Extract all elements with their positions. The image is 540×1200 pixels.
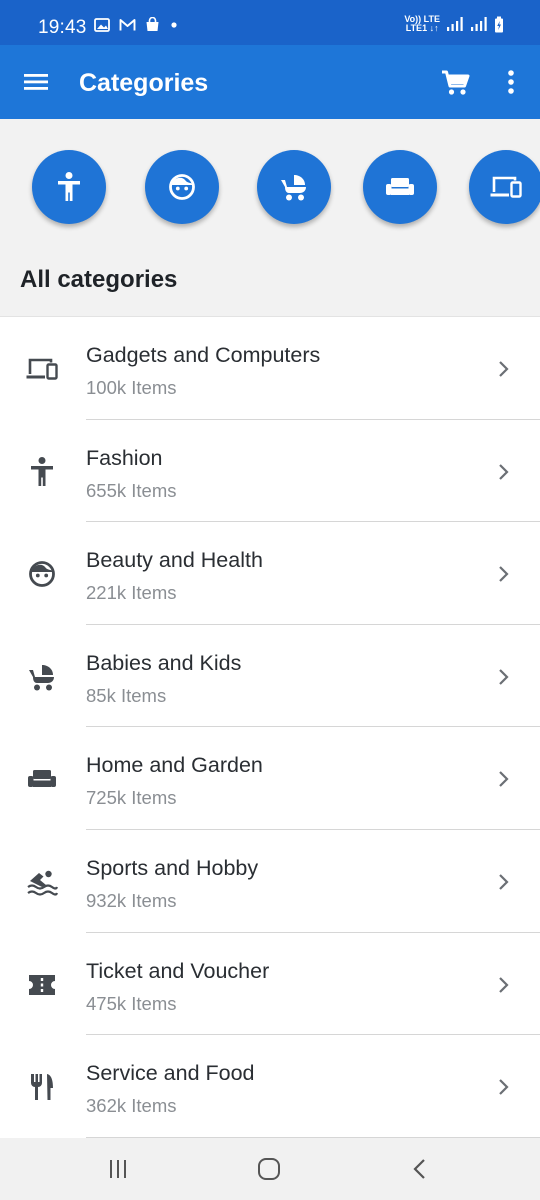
cart-button[interactable]	[440, 69, 472, 97]
signal-icon	[447, 17, 463, 31]
stroller-icon	[24, 661, 60, 693]
category-name: Service and Food	[86, 1061, 255, 1086]
category-count: 725k Items	[86, 787, 177, 809]
recents-icon	[110, 1160, 126, 1178]
devices-icon	[490, 176, 522, 198]
gallery-icon	[94, 17, 110, 32]
chevron-right-icon	[499, 976, 509, 993]
person-icon	[58, 172, 80, 201]
quick-category-beauty[interactable]	[145, 150, 219, 224]
category-list: Gadgets and Computers 100k Items Fashion…	[0, 316, 540, 1138]
status-time: 19:43	[38, 17, 87, 38]
system-icons: Vo)) LTE LTE1 ↓↑	[404, 15, 504, 33]
list-item[interactable]: Ticket and Voucher 475k Items	[0, 933, 540, 1036]
list-item[interactable]: Service and Food 362k Items	[0, 1035, 540, 1138]
category-name: Babies and Kids	[86, 650, 242, 675]
app-bar: Categories	[0, 45, 540, 119]
quick-category-gadgets[interactable]	[469, 150, 540, 224]
chevron-right-icon	[499, 669, 509, 685]
category-name: Gadgets and Computers	[86, 343, 321, 367]
sofa-icon	[24, 763, 60, 795]
more-options-button[interactable]	[500, 67, 522, 97]
home-icon	[258, 1158, 280, 1180]
network-label-bottom: LTE1 ↓↑	[405, 23, 439, 33]
recents-button[interactable]	[98, 1156, 138, 1182]
chevron-right-icon	[499, 566, 509, 582]
back-icon	[413, 1159, 425, 1179]
category-count: 100k Items	[86, 377, 177, 398]
section-title: All categories	[20, 266, 178, 293]
home-button[interactable]	[249, 1156, 289, 1182]
category-name: Sports and Hobby	[86, 855, 259, 880]
list-item[interactable]: Sports and Hobby 932k Items	[0, 830, 540, 933]
devices-icon	[24, 353, 60, 385]
list-item[interactable]: Beauty and Health 221k Items	[0, 522, 540, 625]
mail-icon	[119, 18, 136, 30]
chevron-right-icon	[499, 771, 509, 788]
status-bar: 19:43 Vo)) LTE LTE1 ↓↑	[0, 0, 540, 45]
quick-category-babies[interactable]	[257, 150, 331, 224]
list-item[interactable]: Home and Garden 725k Items	[0, 727, 540, 830]
category-name: Fashion	[86, 445, 163, 470]
list-item[interactable]: Gadgets and Computers 100k Items	[0, 317, 540, 420]
battery-icon	[495, 16, 503, 32]
swimmer-icon	[24, 866, 60, 898]
restaurant-icon	[24, 1071, 60, 1103]
more-vert-icon	[508, 70, 514, 94]
page-title: Categories	[79, 69, 209, 97]
system-nav-bar	[0, 1138, 540, 1200]
shopping-bag-icon	[146, 17, 159, 31]
chevron-right-icon	[499, 874, 509, 890]
category-count: 362k Items	[86, 1095, 177, 1117]
category-name: Ticket and Voucher	[86, 958, 270, 983]
chevron-right-icon	[499, 361, 509, 377]
face-icon	[24, 558, 60, 590]
back-button[interactable]	[400, 1156, 440, 1182]
dot-icon	[171, 21, 177, 28]
face-icon	[169, 174, 195, 200]
sofa-icon	[386, 178, 414, 195]
person-icon	[24, 456, 60, 488]
category-count: 475k Items	[86, 992, 177, 1014]
menu-button[interactable]	[22, 69, 52, 95]
quick-categories	[0, 119, 540, 259]
quick-category-home[interactable]	[363, 150, 437, 224]
notification-icons	[94, 17, 179, 32]
cart-icon	[442, 70, 470, 95]
ticket-icon	[24, 969, 60, 1001]
network-type: Vo)) LTE LTE1 ↓↑	[404, 15, 440, 33]
category-count: 85k Items	[86, 684, 167, 706]
category-count: 221k Items	[86, 582, 177, 604]
stroller-icon	[281, 175, 306, 201]
chevron-right-icon	[499, 463, 509, 480]
menu-icon	[24, 74, 48, 90]
category-name: Home and Garden	[86, 753, 263, 778]
category-name: Beauty and Health	[86, 548, 263, 573]
list-item[interactable]: Babies and Kids 85k Items	[0, 625, 540, 728]
category-count: 655k Items	[86, 479, 177, 501]
signal-icon-2	[471, 17, 487, 31]
list-item[interactable]: Fashion 655k Items	[0, 420, 540, 523]
chevron-right-icon	[499, 1079, 509, 1095]
quick-category-fashion[interactable]	[32, 150, 106, 224]
category-count: 932k Items	[86, 889, 177, 911]
